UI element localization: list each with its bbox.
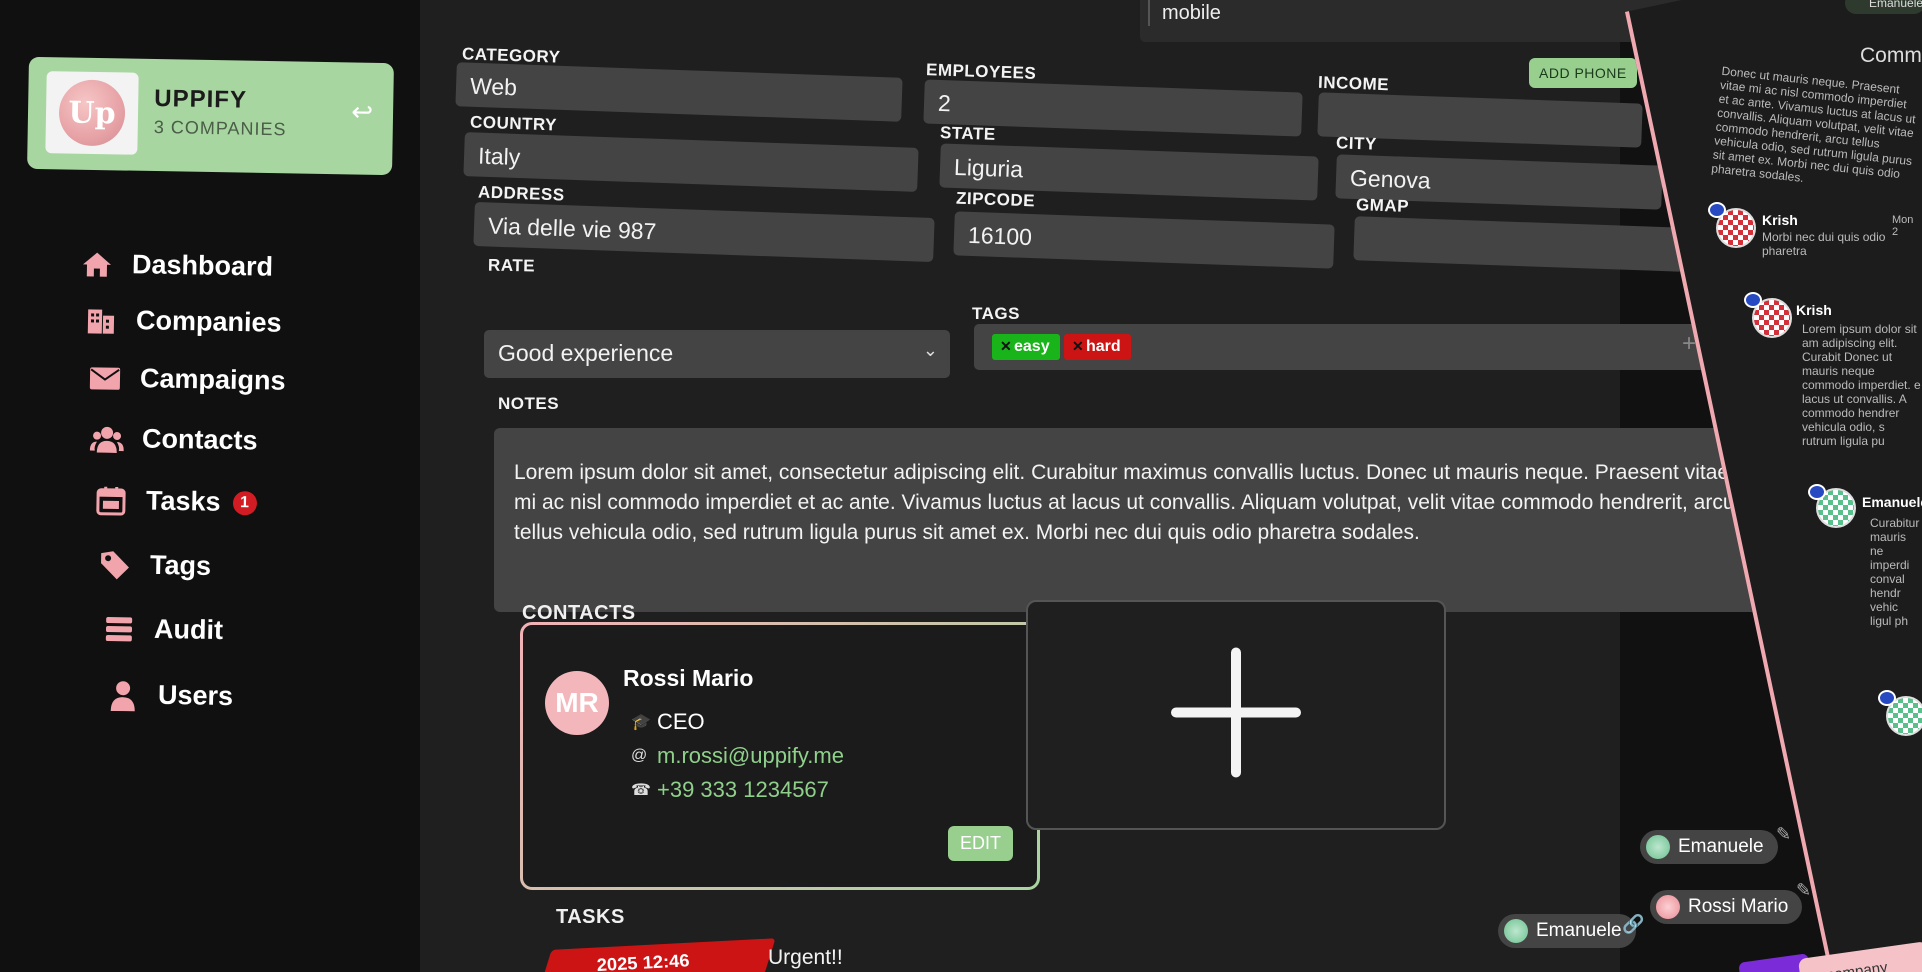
logo-mark: Up — [58, 79, 126, 147]
app-name: UPPIFY — [154, 85, 248, 114]
contact-card: MR Rossi Mario 🎓 CEO @ m.rossi@uppify.me… — [520, 622, 1040, 890]
nav-item-users[interactable]: Users — [106, 679, 234, 712]
nav-label: Campaigns — [139, 363, 286, 396]
nav-item-dashboard[interactable]: Dashboard — [80, 248, 274, 282]
nav-item-contacts[interactable]: Contacts — [89, 423, 258, 457]
state-label: STATE — [939, 123, 997, 144]
comment-author: Krish — [1796, 302, 1832, 318]
nav-label: Companies — [135, 305, 282, 338]
calendar-icon — [94, 485, 129, 516]
graduation-cap-icon: 🎓 — [631, 714, 651, 731]
tasks-section-title: TASKS — [556, 906, 625, 928]
edit-icon[interactable]: ✎ — [1796, 880, 1811, 901]
nav-label: Dashboard — [131, 249, 274, 282]
rate-select[interactable]: Good experience ⌄ — [484, 330, 950, 378]
contact-phone-row: ☎ +39 333 1234567 — [631, 777, 829, 803]
contact-role: CEO — [657, 709, 705, 734]
comments-title: Comme — [1860, 44, 1922, 67]
assignee-chip[interactable]: Emanuele — [1498, 914, 1636, 948]
comment-text: Morbi nec dui quis odio pharetra — [1762, 230, 1886, 258]
add-phone-button[interactable]: ADD PHONE — [1529, 58, 1637, 88]
users-icon — [89, 423, 125, 454]
contact-name: Rossi Mario — [623, 665, 754, 691]
rate-label: RATE — [487, 255, 536, 276]
sidebar: Up UPPIFY 3 COMPANIES ↩ Dashboard Compan… — [0, 0, 420, 972]
user-chip[interactable]: Emanuele — [1845, 0, 1922, 14]
nav-item-tasks[interactable]: Tasks 1 — [94, 485, 257, 519]
gmap-label: GMAP — [1355, 195, 1410, 216]
comment-author: Krish — [1762, 212, 1798, 228]
task-title[interactable]: Urgent!! — [768, 946, 843, 970]
user-icon — [106, 679, 141, 711]
comment-bubble-icon — [1708, 202, 1726, 218]
phone-icon: ☎ — [631, 782, 651, 799]
plus-icon — [1171, 647, 1301, 783]
app-logo: Up — [45, 71, 139, 155]
rate-value: Good experience — [498, 340, 674, 366]
comment-bubble-icon — [1808, 484, 1826, 500]
nav-item-campaigns[interactable]: Campaigns — [88, 362, 286, 396]
contact-role-row: 🎓 CEO — [631, 709, 705, 735]
assignee-chip[interactable]: Emanuele — [1640, 830, 1778, 864]
phone-type: mobile — [1162, 2, 1221, 24]
chevron-down-icon: ⌄ — [922, 340, 938, 360]
switch-back-icon[interactable]: ↩ — [351, 96, 373, 127]
comment-text: Curabitur mauris ne imperdi conval hendr… — [1870, 516, 1920, 628]
contact-email-row: @ m.rossi@uppify.me — [631, 743, 844, 769]
city-label: CITY — [1335, 133, 1378, 154]
add-contact-button[interactable] — [1026, 600, 1446, 830]
avatar — [1504, 919, 1528, 943]
at-icon: @ — [631, 747, 648, 764]
nav-item-companies[interactable]: Companies — [84, 304, 282, 338]
contact-email-link[interactable]: m.rossi@uppify.me — [657, 743, 844, 769]
companies-count: 3 COMPANIES — [153, 117, 287, 140]
zipcode-label: ZIPCODE — [955, 188, 1036, 211]
avatar — [1646, 835, 1670, 859]
comment-bubble-icon — [1878, 690, 1896, 706]
tag-chip-easy[interactable]: ✕ easy — [992, 334, 1060, 360]
tag-icon — [98, 550, 133, 581]
nav-label: Audit — [153, 613, 224, 646]
notes-label: NOTES — [498, 394, 560, 413]
nav-label: Users — [157, 679, 234, 712]
nav-item-audit[interactable]: Audit — [102, 613, 224, 646]
tasks-count-badge: 1 — [232, 490, 257, 515]
comment-text: Lorem ipsum dolor sit am adipiscing elit… — [1802, 322, 1921, 448]
nav-label: Contacts — [141, 423, 258, 456]
tags-label: TAGS — [972, 304, 1020, 323]
link-icon: 🔗 — [1622, 914, 1645, 934]
nav-label: Tags — [149, 549, 212, 581]
building-icon — [84, 305, 119, 336]
home-icon — [80, 249, 115, 280]
divider — [1148, 0, 1150, 26]
database-icon — [102, 613, 137, 644]
remove-tag-icon[interactable]: ✕ — [1072, 338, 1084, 355]
avatar: MR — [545, 671, 609, 735]
assignee-chip[interactable]: Rossi Mario — [1650, 890, 1803, 924]
edit-contact-button[interactable]: EDIT — [947, 826, 1013, 861]
tags-input[interactable]: ✕ easy ✕ hard + — [974, 324, 1710, 370]
tag-chip-hard[interactable]: ✕ hard — [1064, 334, 1131, 360]
notes-textarea[interactable]: Lorem ipsum dolor sit amet, consectetur … — [494, 428, 1760, 612]
edit-icon[interactable]: ✎ — [1776, 824, 1791, 845]
nav-label: Tasks — [145, 485, 221, 517]
comment-bubble-icon — [1744, 292, 1762, 308]
remove-tag-icon[interactable]: ✕ — [1000, 338, 1012, 355]
avatar — [1656, 895, 1680, 919]
comment-text: Donec ut mauris neque. Praesent vitae mi… — [1710, 63, 1917, 185]
envelope-icon — [88, 363, 123, 394]
nav-item-tags[interactable]: Tags — [98, 549, 212, 582]
company-switcher[interactable]: Up UPPIFY 3 COMPANIES ↩ — [27, 56, 394, 176]
comment-author: Emanuele — [1862, 494, 1922, 510]
contact-phone-link[interactable]: +39 333 1234567 — [657, 777, 829, 803]
